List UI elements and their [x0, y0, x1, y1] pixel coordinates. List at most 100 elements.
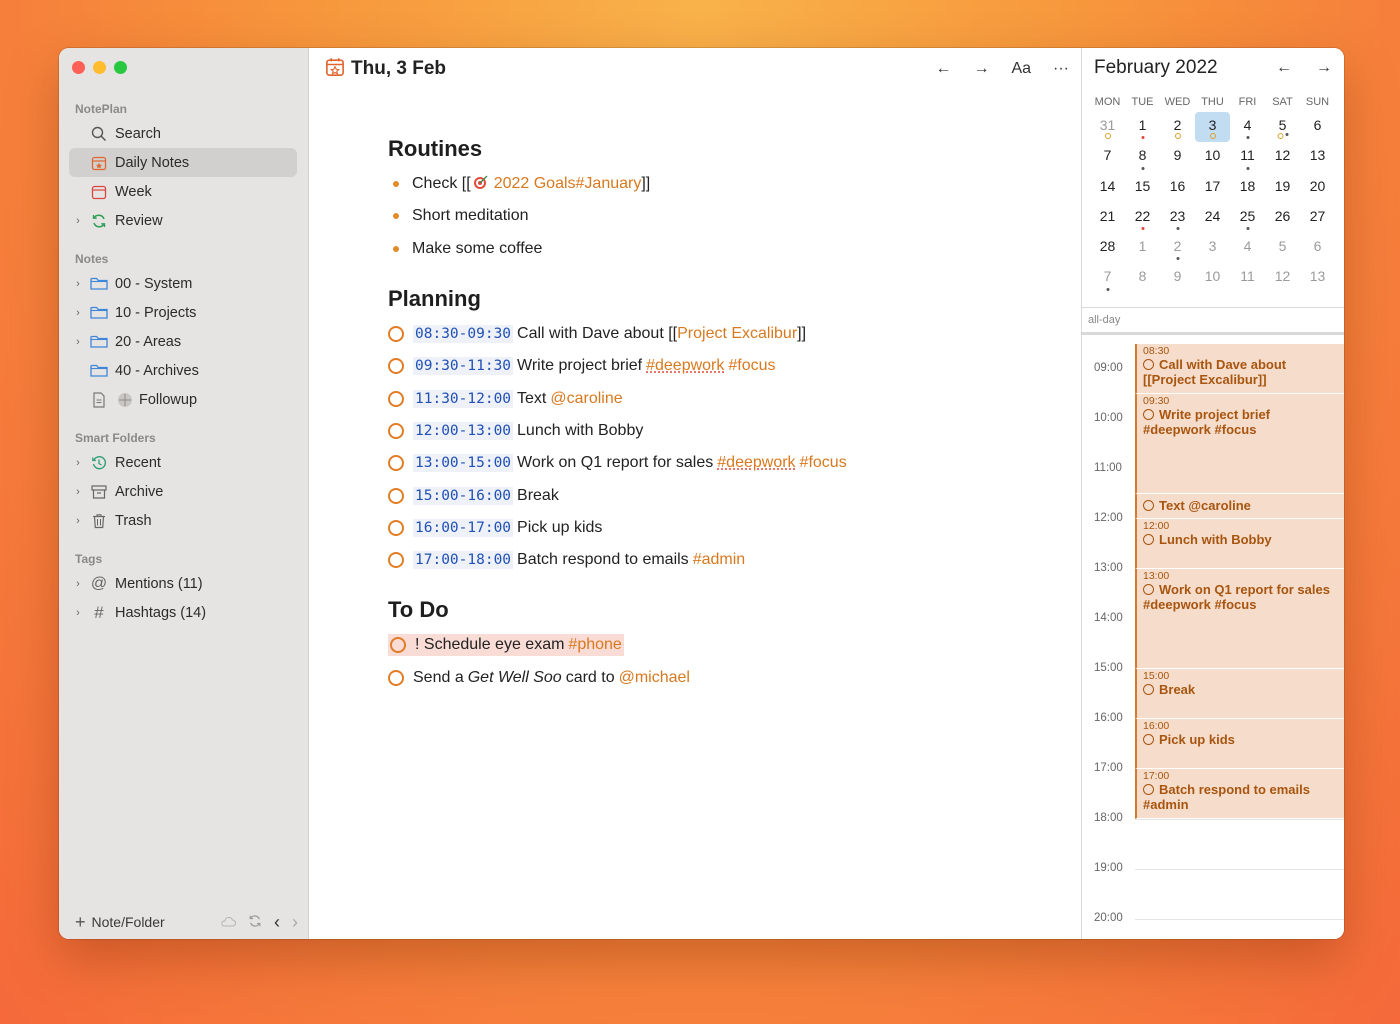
task-checkbox[interactable]	[388, 326, 404, 343]
calendar-event[interactable]: 13:00 Work on Q1 report for sales #deepw…	[1135, 569, 1344, 669]
note-body[interactable]: Routines Check [[ 2022 Goals#January ]] …	[388, 136, 1061, 694]
chevron-right-icon[interactable]: ›	[71, 578, 85, 590]
sync-icon[interactable]	[248, 914, 262, 931]
hashtag[interactable]: #focus	[728, 357, 775, 375]
arrow-right-icon[interactable]: →	[973, 60, 989, 78]
chevron-right-icon[interactable]: ›	[71, 515, 85, 527]
hashtag[interactable]: #phone	[568, 636, 621, 654]
calendar-day[interactable]: 26	[1265, 203, 1300, 233]
task-item[interactable]: ! Schedule eye exam #phone	[388, 629, 1061, 661]
chevron-right-icon[interactable]: ›	[71, 307, 85, 319]
calendar-day[interactable]: 8	[1125, 263, 1160, 293]
calendar-event[interactable]: 17:00 Batch respond to emails #admin	[1135, 769, 1344, 819]
arrow-left-icon[interactable]: ←	[935, 60, 951, 78]
calendar-day[interactable]: 27	[1300, 203, 1335, 233]
hashtag[interactable]: #deepwork	[717, 454, 795, 472]
calendar-day[interactable]: 2	[1160, 112, 1195, 142]
sidebar-item-daily-notes[interactable]: Daily Notes	[69, 148, 297, 177]
minimize-window-button[interactable]	[93, 61, 106, 74]
chevron-right-icon[interactable]: ›	[71, 336, 85, 348]
calendar-event[interactable]: Text @caroline	[1135, 494, 1344, 519]
sidebar-item-archive[interactable]: › Archive	[69, 477, 297, 506]
calendar-day[interactable]: 24	[1195, 203, 1230, 233]
chevron-right-icon[interactable]: ›	[71, 607, 85, 619]
calendar-day[interactable]: 7	[1090, 263, 1125, 293]
calendar-day[interactable]: 5	[1265, 233, 1300, 263]
task-item[interactable]: 13:00-15:00 Work on Q1 report for sales …	[388, 447, 1061, 479]
calendar-day[interactable]: 12	[1265, 142, 1300, 172]
chevron-right-icon[interactable]: ›	[71, 457, 85, 469]
task-item[interactable]: Send a Get Well Soo card to @michael	[388, 662, 1061, 694]
calendar-day[interactable]: 31	[1090, 112, 1125, 142]
calendar-day-today[interactable]: 3	[1195, 112, 1230, 143]
hashtag[interactable]: #admin	[693, 551, 745, 569]
calendar-day[interactable]: 6	[1300, 112, 1335, 142]
task-checkbox[interactable]	[388, 455, 404, 472]
sidebar-item-review[interactable]: › Review	[69, 206, 297, 235]
task-checkbox[interactable]	[388, 422, 404, 439]
sidebar-item-followup[interactable]: Followup	[69, 385, 297, 414]
task-checkbox[interactable]	[388, 358, 404, 375]
calendar-day[interactable]: 14	[1090, 173, 1125, 203]
chevron-right-icon[interactable]: ›	[71, 486, 85, 498]
sidebar-item-mentions[interactable]: › @ Mentions (11)	[69, 569, 297, 598]
calendar-day[interactable]: 2	[1160, 233, 1195, 263]
chevron-right-icon[interactable]: ›	[71, 215, 85, 227]
calendar-day[interactable]: 19	[1265, 173, 1300, 203]
plus-icon[interactable]: +	[75, 912, 86, 933]
task-checkbox[interactable]	[388, 552, 404, 569]
calendar-day[interactable]: 11	[1230, 263, 1265, 293]
more-button[interactable]: ···	[1053, 60, 1069, 78]
calendar-day[interactable]: 16	[1160, 173, 1195, 203]
calendar-day[interactable]: 21	[1090, 203, 1125, 233]
task-checkbox[interactable]	[390, 637, 406, 654]
calendar-day[interactable]: 8	[1125, 142, 1160, 172]
list-item[interactable]: Short meditation	[388, 200, 1061, 232]
calendar-day[interactable]: 7	[1090, 142, 1125, 172]
sidebar-item-20-areas[interactable]: › 20 - Areas	[69, 327, 297, 356]
back-chevron-icon[interactable]: ‹	[274, 912, 280, 933]
calendar-day[interactable]: 18	[1230, 173, 1265, 203]
sidebar-item-recent[interactable]: › Recent	[69, 448, 297, 477]
calendar-day[interactable]: 9	[1160, 263, 1195, 293]
task-item[interactable]: 12:00-13:00 Lunch with Bobby	[388, 415, 1061, 447]
day-timeline[interactable]: 09:00 10:00 11:00 12:00 13:00 14:00 15:0…	[1082, 338, 1344, 939]
zoom-window-button[interactable]	[114, 61, 127, 74]
font-button[interactable]: Aa	[1011, 60, 1031, 78]
chevron-right-icon[interactable]: ›	[71, 278, 85, 290]
task-checkbox[interactable]	[388, 390, 404, 407]
sidebar-item-search[interactable]: Search	[69, 119, 297, 148]
task-item[interactable]: 08:30-09:30 Call with Dave about [[ Proj…	[388, 318, 1061, 350]
task-checkbox[interactable]	[388, 669, 404, 686]
calendar-day[interactable]: 12	[1265, 263, 1300, 293]
task-item[interactable]: 11:30-12:00 Text @caroline	[388, 382, 1061, 414]
task-item[interactable]: 09:30-11:30 Write project brief #deepwor…	[388, 350, 1061, 382]
calendar-day[interactable]: 11	[1230, 142, 1265, 172]
calendar-day[interactable]: 22	[1125, 203, 1160, 233]
hashtag[interactable]: #deepwork	[646, 357, 724, 375]
close-window-button[interactable]	[72, 61, 85, 74]
wiki-link[interactable]: Project Excalibur	[677, 325, 797, 343]
list-item[interactable]: Make some coffee	[388, 233, 1061, 265]
calendar-day[interactable]: 23	[1160, 203, 1195, 233]
task-item[interactable]: 15:00-16:00 Break	[388, 479, 1061, 511]
sidebar-item-40-archives[interactable]: 40 - Archives	[69, 356, 297, 385]
task-checkbox[interactable]	[388, 487, 404, 504]
calendar-day[interactable]: 13	[1300, 263, 1335, 293]
task-item[interactable]: 16:00-17:00 Pick up kids	[388, 512, 1061, 544]
sidebar-item-hashtags[interactable]: › # Hashtags (14)	[69, 598, 297, 627]
mention[interactable]: @michael	[619, 669, 690, 687]
sidebar-item-10-projects[interactable]: › 10 - Projects	[69, 298, 297, 327]
next-month-arrow-icon[interactable]: →	[1316, 59, 1332, 77]
calendar-day[interactable]: 4	[1230, 233, 1265, 263]
forward-chevron-icon[interactable]: ›	[292, 912, 298, 933]
calendar-day[interactable]: 6	[1300, 233, 1335, 263]
calendar-day[interactable]: 17	[1195, 173, 1230, 203]
task-checkbox[interactable]	[388, 519, 404, 536]
calendar-day[interactable]: 1	[1125, 112, 1160, 142]
new-note-folder-button[interactable]: Note/Folder	[92, 914, 165, 930]
calendar-day[interactable]: 13	[1300, 142, 1335, 172]
calendar-day[interactable]: 28	[1090, 233, 1125, 263]
calendar-day[interactable]: 3	[1195, 233, 1230, 263]
sidebar-item-00-system[interactable]: › 00 - System	[69, 269, 297, 298]
